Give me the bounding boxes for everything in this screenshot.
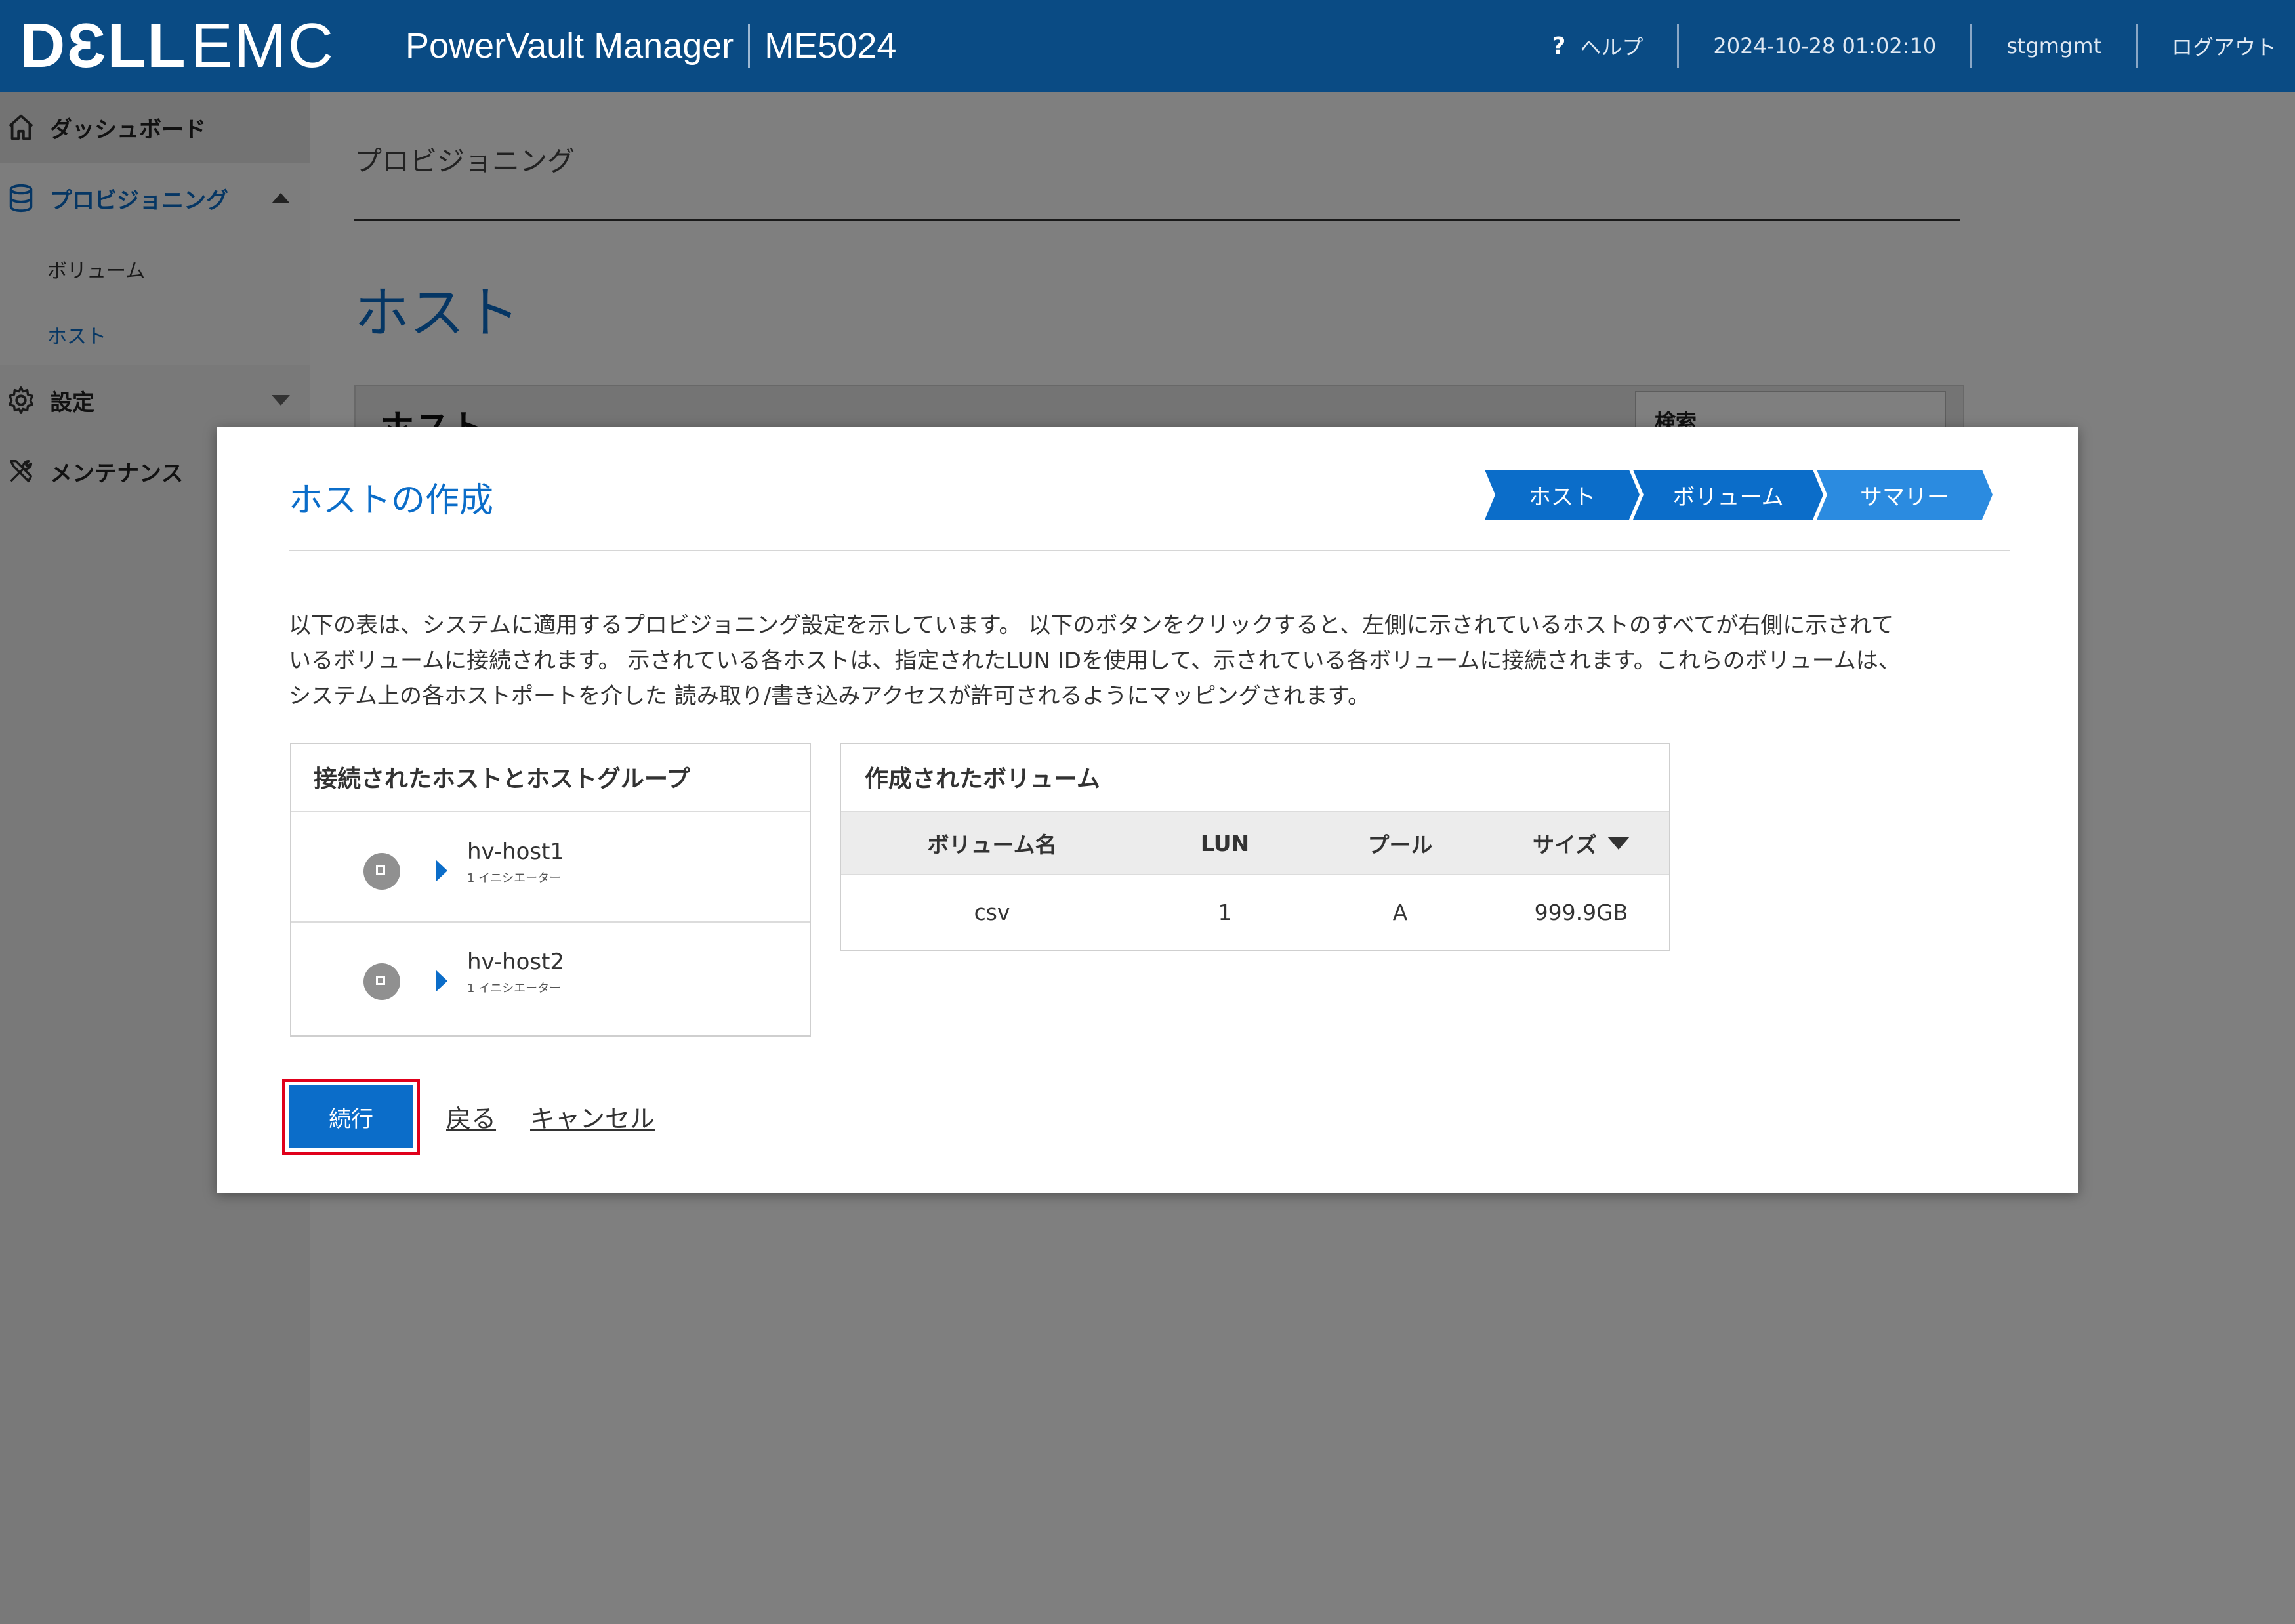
- column-header-pool[interactable]: プール: [1307, 812, 1493, 874]
- dialog-divider: [289, 550, 2010, 551]
- expand-arrow-icon[interactable]: [436, 860, 447, 882]
- create-host-dialog: ホストの作成 ホスト ボリューム サマリー 以下の表は、システムに適用するプロビ…: [217, 427, 2078, 1193]
- step-label: ボリューム: [1672, 484, 1784, 510]
- cell-volume-name: csv: [974, 899, 1010, 925]
- logout-link[interactable]: ログアウト: [2138, 0, 2295, 92]
- dialog-title: ホストの作成: [289, 481, 494, 520]
- created-volumes-panel: 作成されたボリューム ボリューム名 LUN プール サイズ csv 1 A 99…: [840, 743, 1670, 951]
- panel-header: 作成されたボリューム: [841, 744, 1669, 811]
- panel-header-label: 接続されたホストとホストグループ: [314, 766, 690, 793]
- column-header-lun[interactable]: LUN: [1143, 812, 1307, 874]
- cell-pool: A: [1392, 899, 1408, 925]
- help-label: ヘルプ: [1580, 35, 1644, 60]
- column-header-size[interactable]: サイズ: [1493, 812, 1669, 874]
- panel-header-label: 作成されたボリューム: [865, 766, 1100, 793]
- header-actions: ? ヘルプ 2024-10-28 01:02:10 stgmgmt ログアウト: [1518, 0, 2295, 92]
- description-line: システム上の各ホストポートを介した 読み取り/書き込みアクセスが許可されるように…: [289, 683, 1371, 709]
- panel-header: 接続されたホストとホストグループ: [291, 744, 810, 812]
- host-name: hv-host1: [467, 839, 565, 865]
- product-name: PowerVault Manager: [405, 26, 734, 66]
- cell-lun: 1: [1218, 899, 1232, 925]
- table-header-row: ボリューム名 LUN プール サイズ: [841, 811, 1669, 875]
- sort-descending-icon: [1607, 837, 1630, 850]
- title-separator: [748, 24, 751, 68]
- logo-emc-text: EMC: [190, 10, 335, 81]
- continue-button[interactable]: 続行: [289, 1085, 413, 1148]
- column-header-volume-name[interactable]: ボリューム名: [841, 812, 1143, 874]
- expand-arrow-icon[interactable]: [436, 970, 447, 992]
- user-name[interactable]: stgmgmt: [1972, 0, 2136, 92]
- datetime-display: 2024-10-28 01:02:10: [1713, 33, 1937, 58]
- step-label: ホスト: [1529, 484, 1596, 510]
- product-title: PowerVault Manager ME5024: [405, 20, 896, 72]
- column-header-label: サイズ: [1532, 832, 1597, 858]
- cell-size: 999.9GB: [1534, 899, 1628, 925]
- dialog-description: 以下の表は、システムに適用するプロビジョニング設定を示しています。 以下のボタン…: [289, 608, 2010, 714]
- help-link[interactable]: ? ヘルプ: [1518, 0, 1677, 92]
- back-link[interactable]: 戻る: [446, 1098, 496, 1135]
- cancel-link[interactable]: キャンセル: [530, 1098, 655, 1135]
- host-row[interactable]: hv-host1 1 イニシエーター: [291, 812, 810, 923]
- host-initiator-count: 1 イニシエーター: [467, 871, 562, 885]
- description-line: 以下の表は、システムに適用するプロビジョニング設定を示しています。 以下のボタン…: [289, 612, 1894, 638]
- host-row[interactable]: hv-host2 1 イニシエーター: [291, 923, 810, 1031]
- description-line: いるボリュームに接続されます。 示されている各ホストは、指定されたLUN IDを…: [289, 648, 1901, 674]
- top-header: DƐLL EMC PowerVault Manager ME5024 ? ヘルプ …: [0, 0, 2295, 92]
- step-label: サマリー: [1860, 484, 1949, 510]
- table-row: csv 1 A 999.9GB: [841, 874, 1669, 950]
- host-icon: [363, 853, 400, 890]
- logo-dell-text: DƐLL: [20, 10, 187, 81]
- host-name: hv-host2: [467, 949, 565, 975]
- connected-hosts-panel: 接続されたホストとホストグループ hv-host1 1 イニシエーター hv-h…: [290, 743, 811, 1037]
- help-icon: ?: [1552, 32, 1566, 60]
- host-initiator-count: 1 イニシエーター: [467, 982, 562, 995]
- dell-emc-logo: DƐLL EMC: [20, 12, 335, 80]
- product-model: ME5024: [764, 26, 897, 66]
- host-icon: [363, 963, 400, 1000]
